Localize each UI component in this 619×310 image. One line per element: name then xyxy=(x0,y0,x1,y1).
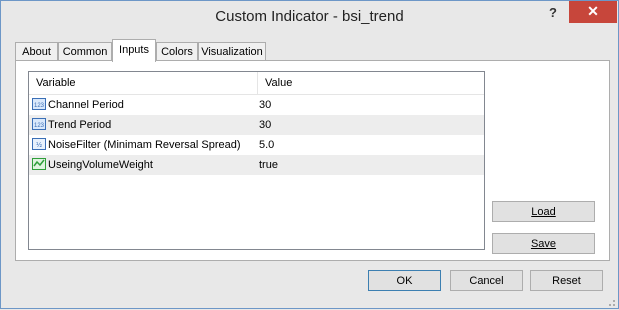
variable-cell: UseingVolumeWeight xyxy=(32,155,153,175)
svg-text:123: 123 xyxy=(34,123,45,129)
inputs-panel: Variable Value 123 Channel Period 30 123… xyxy=(15,60,610,261)
help-button[interactable]: ? xyxy=(538,2,568,24)
load-label: Load xyxy=(531,206,556,218)
integer-icon: 123 xyxy=(32,97,46,111)
variable-name: Channel Period xyxy=(48,99,124,111)
column-header-value[interactable]: Value xyxy=(258,72,484,94)
integer-icon: 123 xyxy=(32,117,46,131)
boolean-icon xyxy=(32,157,46,171)
value-cell[interactable]: 30 xyxy=(259,95,271,115)
double-icon: ½ xyxy=(32,137,46,151)
table-row[interactable]: 123 Trend Period 30 xyxy=(29,115,484,135)
load-button[interactable]: Load xyxy=(492,201,595,222)
table-row[interactable]: ½ NoiseFilter (Minimam Reversal Spread) … xyxy=(29,135,484,155)
tab-visualization[interactable]: Visualization xyxy=(198,42,266,61)
ok-button[interactable]: OK xyxy=(368,270,441,291)
variable-name: Trend Period xyxy=(48,119,112,131)
close-button[interactable]: ✕ xyxy=(569,1,617,23)
value-cell[interactable]: 30 xyxy=(259,115,271,135)
resize-grip-icon[interactable] xyxy=(606,296,616,306)
variable-cell: 123 Trend Period xyxy=(32,115,111,135)
variable-name: UseingVolumeWeight xyxy=(48,159,153,171)
variable-cell: ½ NoiseFilter (Minimam Reversal Spread) xyxy=(32,135,241,155)
tab-about[interactable]: About xyxy=(15,42,58,61)
tab-colors[interactable]: Colors xyxy=(156,42,198,61)
svg-text:123: 123 xyxy=(34,103,45,109)
table-row[interactable]: 123 Channel Period 30 xyxy=(29,95,484,115)
dialog-window: Custom Indicator - bsi_trend ? ✕ About C… xyxy=(0,0,619,309)
tab-common[interactable]: Common xyxy=(58,42,112,61)
svg-text:½: ½ xyxy=(36,141,42,149)
title-bar[interactable]: Custom Indicator - bsi_trend ? ✕ xyxy=(1,1,618,33)
save-label: Save xyxy=(530,238,557,250)
grid-header: Variable Value xyxy=(29,72,484,95)
variable-name: NoiseFilter (Minimam Reversal Spread) xyxy=(48,139,241,151)
inputs-grid: Variable Value 123 Channel Period 30 123… xyxy=(28,71,485,250)
variable-cell: 123 Channel Period xyxy=(32,95,124,115)
tab-inputs[interactable]: Inputs xyxy=(112,39,156,62)
column-header-variable[interactable]: Variable xyxy=(29,72,257,94)
reset-button[interactable]: Reset xyxy=(530,270,603,291)
dialog-title: Custom Indicator - bsi_trend xyxy=(215,8,404,25)
value-cell[interactable]: true xyxy=(259,155,278,175)
cancel-button[interactable]: Cancel xyxy=(450,270,523,291)
value-cell[interactable]: 5.0 xyxy=(259,135,274,155)
save-button[interactable]: Save xyxy=(492,233,595,254)
table-row[interactable]: UseingVolumeWeight true xyxy=(29,155,484,175)
